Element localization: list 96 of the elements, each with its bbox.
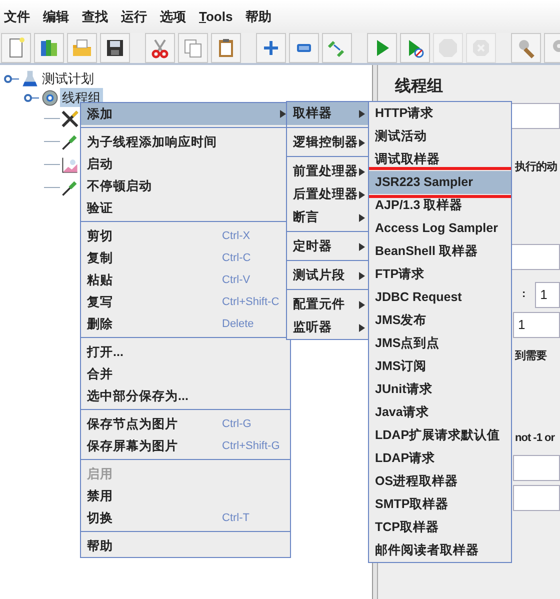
shortcut-text: Ctrl-C: [222, 250, 251, 266]
menu-item[interactable]: 复制 Ctrl-C: [81, 247, 290, 269]
menu-item[interactable]: 选中部分保存为...: [81, 385, 290, 407]
menu-item[interactable]: 验证: [81, 197, 290, 219]
menu-item[interactable]: TCP取样器: [369, 516, 511, 539]
floppy-icon: [104, 37, 126, 59]
tree-line: [44, 164, 60, 165]
menu-item[interactable]: 帮助: [81, 535, 290, 557]
submenu-arrow-icon: [359, 324, 365, 332]
submenu-arrow-icon: [359, 242, 365, 250]
shortcut-text: Ctrl+Shift-C: [222, 294, 280, 310]
tree-line: [44, 187, 60, 188]
panel-text: 执行的动: [515, 160, 557, 175]
menu-item[interactable]: 前置处理器: [287, 160, 369, 183]
menu-item[interactable]: 粘贴 Ctrl-V: [81, 269, 290, 291]
menu-item[interactable]: OS进程取样器: [369, 470, 511, 493]
chart-icon: [60, 154, 80, 174]
menu-item[interactable]: JMS点到点: [369, 332, 511, 355]
submenu-arrow-icon: [359, 138, 365, 146]
books-icon: [38, 37, 60, 59]
scissors-icon: [149, 37, 171, 59]
submenu-arrow-icon: [359, 168, 365, 176]
tree-handle-icon[interactable]: [4, 74, 20, 84]
menu-item[interactable]: AJP/1.3 取样器: [369, 194, 511, 217]
tree-line: [44, 118, 60, 119]
tree-line: [44, 141, 60, 142]
menu-item[interactable]: 禁用: [81, 485, 290, 507]
menu-item[interactable]: LDAP扩展请求默认值: [369, 424, 511, 447]
menu-item[interactable]: BeanShell 取样器: [369, 240, 511, 263]
menu-item[interactable]: 帮助: [242, 6, 281, 26]
shortcut-text: Ctrl-T: [222, 510, 250, 526]
menu-item[interactable]: 邮件阅读者取样器: [369, 539, 511, 562]
menu-item[interactable]: JSR223 Sampler: [369, 171, 511, 194]
menu-item[interactable]: 测试活动: [369, 125, 511, 148]
submenu-arrow-icon: [359, 110, 365, 118]
panel-text: not -1 or: [515, 431, 554, 446]
menu-item[interactable]: 后置处理器: [287, 183, 369, 206]
submenu-arrow-icon: [359, 190, 365, 198]
submenu-arrow-icon: [359, 300, 365, 308]
menu-item[interactable]: JMS订阅: [369, 355, 511, 378]
input-field[interactable]: [513, 454, 560, 480]
menu-item[interactable]: JUnit请求: [369, 378, 511, 401]
menu-item[interactable]: JDBC Request: [369, 286, 511, 309]
menu-item[interactable]: 调试取样器: [369, 148, 511, 171]
menu-item[interactable]: 监听器: [287, 316, 369, 339]
menu-item[interactable]: 合并: [81, 363, 290, 385]
menu-item[interactable]: FTP请求: [369, 263, 511, 286]
panel-text: 到需要: [515, 348, 546, 364]
shortcut-text: Delete: [222, 316, 254, 332]
menu-item[interactable]: HTTP请求: [369, 102, 511, 125]
shortcut-text: Ctrl-X: [222, 228, 250, 244]
submenu-arrow-icon: [359, 272, 365, 280]
menu-item[interactable]: 编辑: [39, 6, 78, 26]
menu-item[interactable]: JMS发布: [369, 309, 511, 332]
menu-item[interactable]: Access Log Sampler: [369, 217, 511, 240]
menu-item[interactable]: 测试片段: [287, 264, 369, 287]
menu-item[interactable]: 剪切 Ctrl-X: [81, 225, 290, 247]
gear-icon: [40, 88, 60, 108]
input-field[interactable]: 1: [535, 282, 560, 308]
menu-item[interactable]: 定时器: [287, 235, 369, 258]
menu-item[interactable]: 打开...: [81, 341, 290, 363]
flask-icon: [20, 68, 40, 88]
submenu-arrow-icon: [280, 110, 286, 118]
menu-item[interactable]: 为子线程添加响应时间: [81, 131, 290, 153]
menu-item[interactable]: 运行: [117, 6, 156, 26]
menu-item[interactable]: 逻辑控制器: [287, 131, 369, 154]
input-field[interactable]: [513, 484, 560, 510]
menu-item[interactable]: 删除 Delete: [81, 313, 290, 335]
menu-item[interactable]: 切换 Ctrl-T: [81, 507, 290, 529]
menu-item[interactable]: Java请求: [369, 401, 511, 424]
menu-item[interactable]: 不停顿启动: [81, 175, 290, 197]
tree-handle-icon[interactable]: [24, 92, 40, 102]
menu-item[interactable]: 断言: [287, 206, 369, 229]
folder-icon: [71, 37, 93, 59]
submenu-arrow-icon: [359, 214, 365, 222]
menu-item[interactable]: SMTP取样器: [369, 493, 511, 516]
menu-item[interactable]: 查找: [78, 6, 117, 26]
menu-item[interactable]: 复写 Ctrl+Shift-C: [81, 291, 290, 313]
tree-node-label[interactable]: 测试计划: [40, 68, 96, 88]
shortcut-text: Ctrl+Shift-G: [222, 438, 280, 454]
panel-title: 线程组: [395, 76, 444, 97]
menu-item[interactable]: 保存节点为图片 Ctrl-G: [81, 413, 290, 435]
menu-item[interactable]: LDAP请求: [369, 447, 511, 470]
menu-item[interactable]: 保存屏幕为图片 Ctrl+Shift-G: [81, 435, 290, 457]
menu-item[interactable]: 文件: [0, 6, 39, 26]
menu-item[interactable]: 选项: [156, 6, 195, 26]
menu-item[interactable]: Tools: [195, 6, 242, 26]
input-field[interactable]: 1: [513, 312, 560, 338]
menu-item[interactable]: 配置元件: [287, 293, 369, 316]
toolbar-button[interactable]: [100, 33, 130, 63]
shortcut-text: Ctrl-G: [222, 416, 252, 432]
menu-item[interactable]: 启动: [81, 153, 290, 175]
shortcut-text: Ctrl-V: [222, 272, 250, 288]
copy-icon: [182, 37, 204, 59]
menu-item[interactable]: 取样器: [287, 102, 369, 125]
field-label: :: [522, 287, 526, 302]
